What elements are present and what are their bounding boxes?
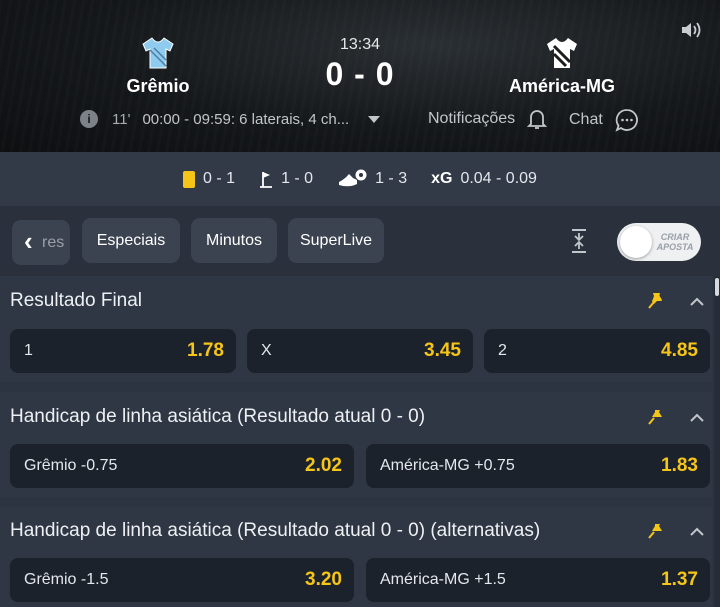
odd-value: 2.02 xyxy=(305,455,342,476)
odd-button[interactable]: Grêmio -0.75 2.02 xyxy=(10,444,354,488)
back-tab-button[interactable]: res ‹ xyxy=(12,220,70,265)
chevron-up-icon[interactable] xyxy=(688,526,706,538)
notifications-label: Notificações xyxy=(428,110,516,127)
odd-value: 3.20 xyxy=(305,569,342,590)
bell-icon xyxy=(527,110,548,129)
sound-icon[interactable] xyxy=(680,20,702,40)
corner-flag-icon xyxy=(260,172,273,188)
tab-superlive[interactable]: SuperLive xyxy=(288,218,384,263)
attacks-value: 1 - 3 xyxy=(375,170,408,187)
odd-value: 1.83 xyxy=(661,455,698,476)
odd-value: 1.37 xyxy=(661,569,698,590)
away-team-name: América-MG xyxy=(508,76,616,96)
home-shirt-icon xyxy=(142,37,174,69)
scrollbar[interactable] xyxy=(714,276,720,607)
yellow-card-icon xyxy=(183,170,196,188)
corners-value: 1 - 0 xyxy=(281,170,314,187)
pin-icon[interactable] xyxy=(646,291,666,311)
pin-icon[interactable] xyxy=(646,407,666,427)
away-team: América-MG xyxy=(482,36,642,97)
match-stats-bar: 0 - 1 1 - 0 1 - 3 xG 0.04 - 0.09 xyxy=(0,152,720,206)
odd-value: 3.45 xyxy=(424,340,461,361)
corners-stat: 1 - 0 xyxy=(259,170,313,188)
odd-label: X xyxy=(261,342,272,359)
odd-label: América-MG +1.5 xyxy=(380,571,506,588)
event-text: 00:00 - 09:59: 6 laterais, 4 ch... xyxy=(142,110,350,128)
market-resultado-final: Resultado Final 1 1.78 X 3.45 2 4.85 xyxy=(0,276,712,382)
odd-button[interactable]: 2 4.85 xyxy=(484,329,710,373)
xg-stat: xG 0.04 - 0.09 xyxy=(431,170,537,188)
away-shirt-icon xyxy=(547,38,577,68)
tab-especiais[interactable]: Especiais xyxy=(82,218,180,263)
tab-minutos[interactable]: Minutos xyxy=(191,218,277,263)
home-team: Grêmio xyxy=(78,36,238,97)
market-title[interactable]: Handicap de linha asiática (Resultado at… xyxy=(10,406,425,428)
chevron-up-icon[interactable] xyxy=(688,412,706,424)
market-title[interactable]: Resultado Final xyxy=(10,290,142,312)
toggle-label-line2: APOSTA xyxy=(656,242,694,252)
xg-value: 0.04 - 0.09 xyxy=(460,170,537,187)
match-clock: 13:34 xyxy=(339,36,381,53)
odd-label: 2 xyxy=(498,342,507,359)
market-handicap-asiatico: Handicap de linha asiática (Resultado at… xyxy=(0,392,712,497)
match-header: Grêmio 13:34 0 - 0 América-MG i 11' 00:0… xyxy=(0,0,720,152)
chevron-left-icon: ‹ xyxy=(24,226,33,256)
odd-button[interactable]: 1 1.78 xyxy=(10,329,236,373)
cards-stat: 0 - 1 xyxy=(183,170,235,188)
attacks-stat: 1 - 3 xyxy=(337,168,407,190)
odd-label: Grêmio -1.5 xyxy=(24,571,109,588)
toggle-label-line1: CRIAR xyxy=(660,232,690,242)
chat-label: Chat xyxy=(569,111,603,128)
toggle-knob xyxy=(620,226,652,258)
notifications-button[interactable]: Notificações xyxy=(428,108,548,130)
odd-value: 1.78 xyxy=(187,340,224,361)
collapse-all-icon[interactable] xyxy=(570,228,588,254)
cards-value: 0 - 1 xyxy=(203,170,236,187)
chevron-up-icon[interactable] xyxy=(688,296,706,308)
chat-button[interactable]: Chat xyxy=(569,108,639,132)
market-tabs-bar: res ‹ Especiais Minutos SuperLive CRIAR … xyxy=(0,206,720,276)
odd-button[interactable]: América-MG +1.5 1.37 xyxy=(366,558,710,602)
home-team-name: Grêmio xyxy=(126,76,190,96)
scrollbar-thumb[interactable] xyxy=(715,278,719,296)
odd-button[interactable]: X 3.45 xyxy=(247,329,473,373)
odd-label: 1 xyxy=(24,342,33,359)
event-summary[interactable]: i 11' 00:00 - 09:59: 6 laterais, 4 ch... xyxy=(80,108,381,130)
odd-button[interactable]: América-MG +0.75 1.83 xyxy=(366,444,710,488)
xg-label: xG xyxy=(431,170,453,187)
odd-value: 4.85 xyxy=(661,340,698,361)
back-tab-label: res xyxy=(42,234,65,251)
toggle-label: CRIAR APOSTA xyxy=(653,232,697,252)
bet-builder-toggle[interactable]: CRIAR APOSTA xyxy=(617,223,701,261)
match-score: 0 - 0 xyxy=(325,56,395,92)
market-handicap-asiatico-alternativas: Handicap de linha asiática (Resultado at… xyxy=(0,507,712,607)
odd-button[interactable]: Grêmio -1.5 3.20 xyxy=(10,558,354,602)
boot-ball-icon xyxy=(339,169,367,187)
caret-down-icon[interactable] xyxy=(368,115,381,123)
chat-bubble-icon xyxy=(615,109,638,132)
pin-icon[interactable] xyxy=(646,521,666,541)
match-minute: 11' xyxy=(112,110,131,128)
info-icon[interactable]: i xyxy=(80,110,98,128)
odd-label: Grêmio -0.75 xyxy=(24,457,118,474)
odd-label: América-MG +0.75 xyxy=(380,457,515,474)
market-title[interactable]: Handicap de linha asiática (Resultado at… xyxy=(10,520,540,542)
